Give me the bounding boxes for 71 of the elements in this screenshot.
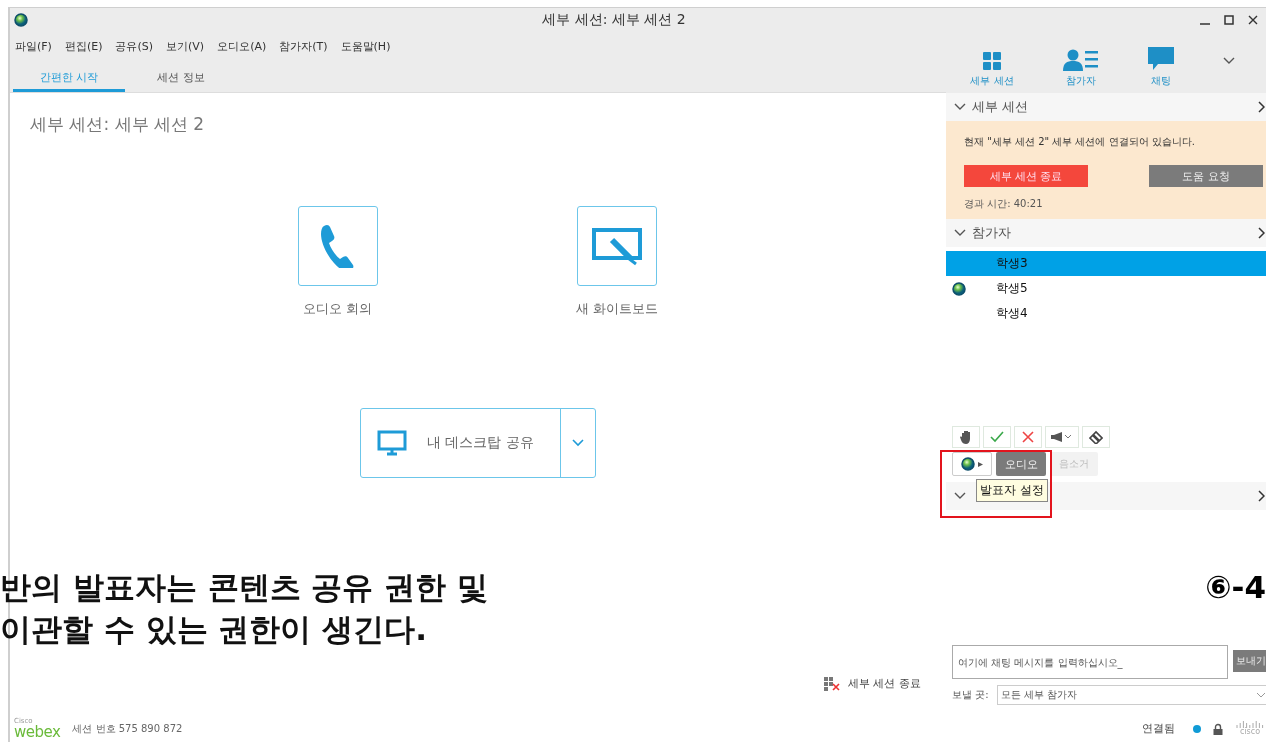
grid-close-icon [824, 676, 840, 691]
app-logo-icon [14, 13, 28, 27]
grid-icon [982, 51, 1003, 71]
chat-input-field[interactable]: 여기에 채팅 메시지를 입력하십시오_ [952, 645, 1228, 679]
eraser-button[interactable] [1082, 426, 1110, 448]
whiteboard-button[interactable] [577, 206, 657, 286]
menu-item[interactable]: 보기(V) [166, 38, 205, 54]
step-number: ⑥-4 [1205, 568, 1266, 607]
send-to-label: 보낼 곳: [952, 688, 989, 702]
chat-icon [1147, 47, 1174, 71]
status-message: 현재 "세부 세션 2" 세부 세션에 연결되어 있습니다. [964, 135, 1196, 149]
section-header[interactable]: 참가자 [946, 219, 1266, 247]
request-help-button[interactable]: 도움 요청 [1149, 165, 1263, 187]
action-label: 새 화이트보드 [575, 300, 659, 318]
chevron-down-icon[interactable] [954, 492, 966, 500]
chevron-down-icon [572, 439, 584, 447]
chevron-down-icon[interactable] [954, 229, 966, 237]
menu-item[interactable]: 편집(E) [64, 38, 103, 54]
action-label: 오디오 회의 [303, 300, 373, 318]
lock-icon [1213, 722, 1223, 735]
participant-row[interactable]: 학생3 [946, 251, 1266, 276]
menu-item[interactable]: 오디오(A) [217, 38, 267, 54]
monitor-icon [377, 430, 407, 456]
participant-row[interactable]: 학생4 [946, 301, 1266, 326]
status-dot-icon [1193, 724, 1201, 733]
menu-item[interactable]: 도움말(H) [340, 38, 391, 54]
chevron-down-icon [1257, 692, 1265, 698]
megaphone-icon [1050, 431, 1074, 443]
presenter-ball-icon [961, 457, 975, 471]
close-icon[interactable] [1248, 15, 1258, 25]
window-title: 세부 세션: 세부 세션 2 [541, 11, 687, 29]
raise-hand-button[interactable] [952, 426, 980, 448]
audio-button[interactable]: 오디오 [996, 452, 1046, 476]
cisco-logo: cisco [1235, 721, 1265, 736]
chevron-right-icon[interactable] [1258, 227, 1265, 239]
audio-conference-button[interactable] [297, 206, 378, 286]
elapsed-time: 경과 시간: 40:21 [964, 197, 1044, 211]
megaphone-button[interactable] [1045, 426, 1079, 448]
eraser-icon [1089, 430, 1103, 444]
chevron-right-icon[interactable] [1258, 101, 1265, 113]
end-session-link[interactable]: 세부 세션 종료 [824, 676, 921, 691]
participant-row[interactable]: 학생5 [946, 276, 1266, 301]
tab[interactable]: 세션 정보 [125, 65, 237, 92]
recipient-dropdown[interactable]: 모든 세부 참가자 [996, 685, 1266, 705]
send-button[interactable]: 보내기 [1233, 650, 1266, 672]
maximize-icon[interactable] [1224, 15, 1234, 25]
caption-text: 반의 발표자는 콘텐츠 공유 권한 및 이관할 수 있는 권한이 생긴다. [0, 568, 488, 649]
chevron-down-icon[interactable] [1222, 56, 1235, 65]
presenter-ball-icon [952, 281, 966, 296]
share-desktop-control[interactable]: 내 데스크탑 공유 [360, 408, 596, 478]
presenter-button[interactable] [952, 452, 992, 476]
no-button[interactable] [1014, 426, 1042, 448]
whiteboard-icon [592, 226, 642, 266]
connection-status: 연결됨 [1142, 721, 1175, 736]
menu-item[interactable]: 참가자(T) [279, 38, 328, 54]
caret-icon [978, 461, 983, 467]
session-number: 세션 번호 575 890 872 [72, 721, 183, 736]
section-header[interactable]: 세부 세션 [946, 93, 1266, 121]
bars-icon [1235, 721, 1265, 728]
menu-item[interactable]: 공유(S) [115, 38, 154, 54]
tooltip: 발표자 설정 [976, 479, 1048, 502]
menu-item[interactable]: 파일(F) [15, 38, 52, 54]
phone-icon [319, 224, 356, 268]
session-heading: 세부 세션: 세부 세션 2 [30, 113, 206, 136]
check-icon [990, 431, 1004, 443]
chevron-down-icon[interactable] [954, 103, 966, 111]
cross-icon [1022, 431, 1034, 443]
chevron-right-icon[interactable] [1258, 490, 1265, 502]
hand-icon [960, 430, 972, 444]
participants-icon [1062, 49, 1099, 71]
share-desktop-button[interactable]: 내 데스크탑 공유 [361, 409, 560, 477]
